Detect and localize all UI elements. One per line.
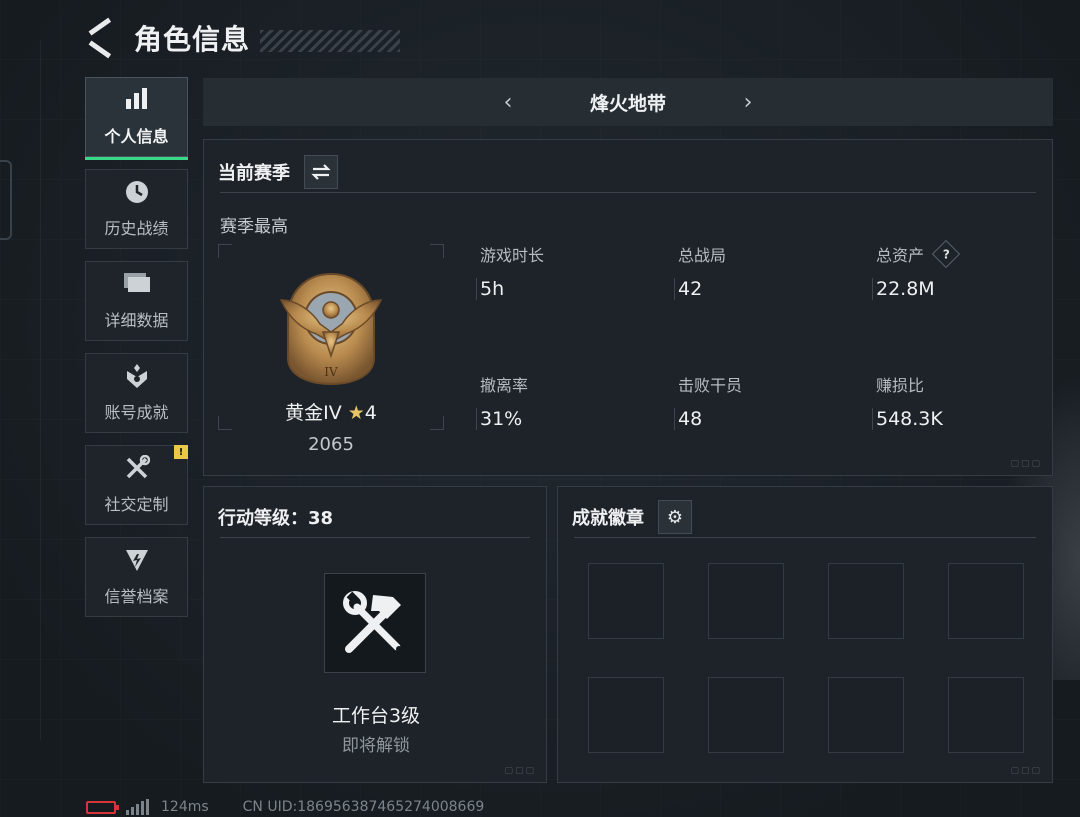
badge-slot[interactable]	[708, 677, 784, 753]
season-title: 当前赛季	[218, 163, 290, 184]
title-stripes-decor	[260, 30, 401, 52]
header: 角色信息	[86, 18, 401, 58]
stat-label: 撤离率	[480, 376, 529, 395]
page-title: 角色信息	[134, 23, 251, 56]
season-subtitle: 赛季最高	[220, 217, 288, 237]
status-footer: 124ms CN UID:18695638746527400866​9	[86, 799, 484, 815]
sidebar: 个人信息 历史战绩 详细数据 账号成就 ! 社交定制 信誉档案	[85, 77, 189, 629]
sidebar-item-label: 个人信息	[104, 127, 169, 146]
stat-extraction-rate: 撤离率 31%	[476, 372, 656, 430]
stat-label: 总战局	[678, 246, 727, 265]
achievement-badges-panel: 成就徽章 ⚙ ▢▢▢	[557, 486, 1053, 783]
badge-slot[interactable]	[948, 677, 1024, 753]
rank-name: 黄金IV ★4	[285, 402, 377, 424]
stat-value: 48	[678, 408, 703, 430]
signal-icon	[126, 799, 149, 815]
stat-label: 赚损比	[876, 376, 925, 395]
divider	[220, 192, 1036, 193]
sidebar-item-personal-info[interactable]: 个人信息	[85, 77, 188, 160]
tools-icon	[124, 454, 150, 485]
season-panel: 当前赛季 赛季最高 IV 黄金IV ★4 2065 游戏时长 5h 总战局 42…	[203, 139, 1053, 476]
new-badge: !	[174, 445, 188, 459]
battery-low-icon	[86, 800, 119, 814]
back-arrow-icon[interactable]	[86, 23, 116, 53]
sidebar-item-achievements[interactable]: 账号成就	[85, 353, 188, 433]
unlock-status: 即将解锁	[342, 736, 410, 756]
badge-settings-button[interactable]: ⚙	[658, 500, 692, 534]
swap-season-button[interactable]	[304, 155, 338, 189]
stat-operators-defeated: 击败干员 48	[674, 372, 854, 430]
action-level-panel: 行动等级：38 工作台3级 即将解锁 ▢▢▢	[203, 486, 547, 783]
decor-line	[40, 40, 41, 740]
corner-decor: ▢▢▢	[1010, 459, 1042, 469]
edge-decoration	[0, 160, 12, 240]
badge-slot[interactable]	[828, 677, 904, 753]
divider	[220, 537, 530, 538]
rank-box: IV 黄金IV ★4 2065	[218, 244, 444, 455]
stat-total-matches: 总战局 42	[674, 242, 854, 300]
badge-slot[interactable]	[828, 563, 904, 639]
sidebar-item-label: 账号成就	[104, 403, 169, 422]
star-icon: ★	[347, 402, 365, 424]
badges-title: 成就徽章	[572, 508, 644, 529]
stat-profit-loss-ratio: 赚损比 548.3K	[872, 372, 1052, 430]
workbench-tools-icon[interactable]	[324, 573, 426, 673]
rank-score: 2065	[308, 434, 354, 455]
divider	[574, 537, 1036, 538]
badge-slot[interactable]	[588, 677, 664, 753]
prev-mode-button[interactable]: ‹	[488, 90, 528, 115]
stat-value: 548.3K	[876, 408, 943, 430]
sidebar-item-history[interactable]: 历史战绩	[85, 169, 188, 249]
stat-value: 31%	[480, 408, 523, 430]
stat-label: 击败干员	[678, 376, 743, 395]
gear-icon: ⚙	[666, 506, 684, 528]
badge-slot[interactable]	[708, 563, 784, 639]
sidebar-item-social-custom[interactable]: ! 社交定制	[85, 445, 188, 525]
stat-label: 游戏时长	[480, 246, 545, 265]
mode-title: 烽火地带	[589, 92, 666, 115]
folder-icon	[123, 271, 151, 301]
stat-play-time: 游戏时长 5h	[476, 242, 656, 300]
medal-numeral: IV	[324, 365, 338, 379]
stat-value: 42	[678, 278, 703, 300]
stat-value: 5h	[480, 278, 505, 300]
sidebar-item-label: 社交定制	[104, 495, 169, 514]
mode-selector: ‹ 烽火地带 ›	[203, 78, 1053, 126]
swap-icon	[311, 164, 331, 180]
action-level-title: 行动等级：38	[218, 508, 334, 529]
bar-chart-icon	[124, 87, 150, 117]
stat-value: 22.8M	[876, 278, 935, 300]
unlock-item-name: 工作台3级	[331, 705, 421, 727]
sidebar-item-detailed-data[interactable]: 详细数据	[85, 261, 188, 341]
sidebar-item-label: 详细数据	[104, 311, 169, 330]
user-uid: CN UID:18695638746527400866​9	[242, 799, 485, 815]
clock-icon	[124, 179, 150, 209]
sidebar-item-label: 历史战绩	[104, 219, 169, 238]
stat-total-assets: 总资产 ? 22.8M	[872, 239, 1052, 300]
help-icon[interactable]: ?	[931, 239, 961, 269]
corner-decor: ▢▢▢	[504, 766, 536, 776]
sidebar-item-credit-record[interactable]: 信誉档案	[85, 537, 188, 617]
credit-icon	[124, 547, 150, 577]
sidebar-item-label: 信誉档案	[104, 587, 169, 606]
achievement-icon	[124, 363, 150, 393]
next-mode-button[interactable]: ›	[728, 90, 768, 115]
corner-decor: ▢▢▢	[1010, 766, 1042, 776]
ping-value: 124ms	[161, 799, 209, 815]
stat-label: 总资产 ?	[876, 239, 1052, 269]
gold-rank-medal-icon: IV	[276, 270, 386, 388]
badge-slot[interactable]	[948, 563, 1024, 639]
badge-slot[interactable]	[588, 563, 664, 639]
